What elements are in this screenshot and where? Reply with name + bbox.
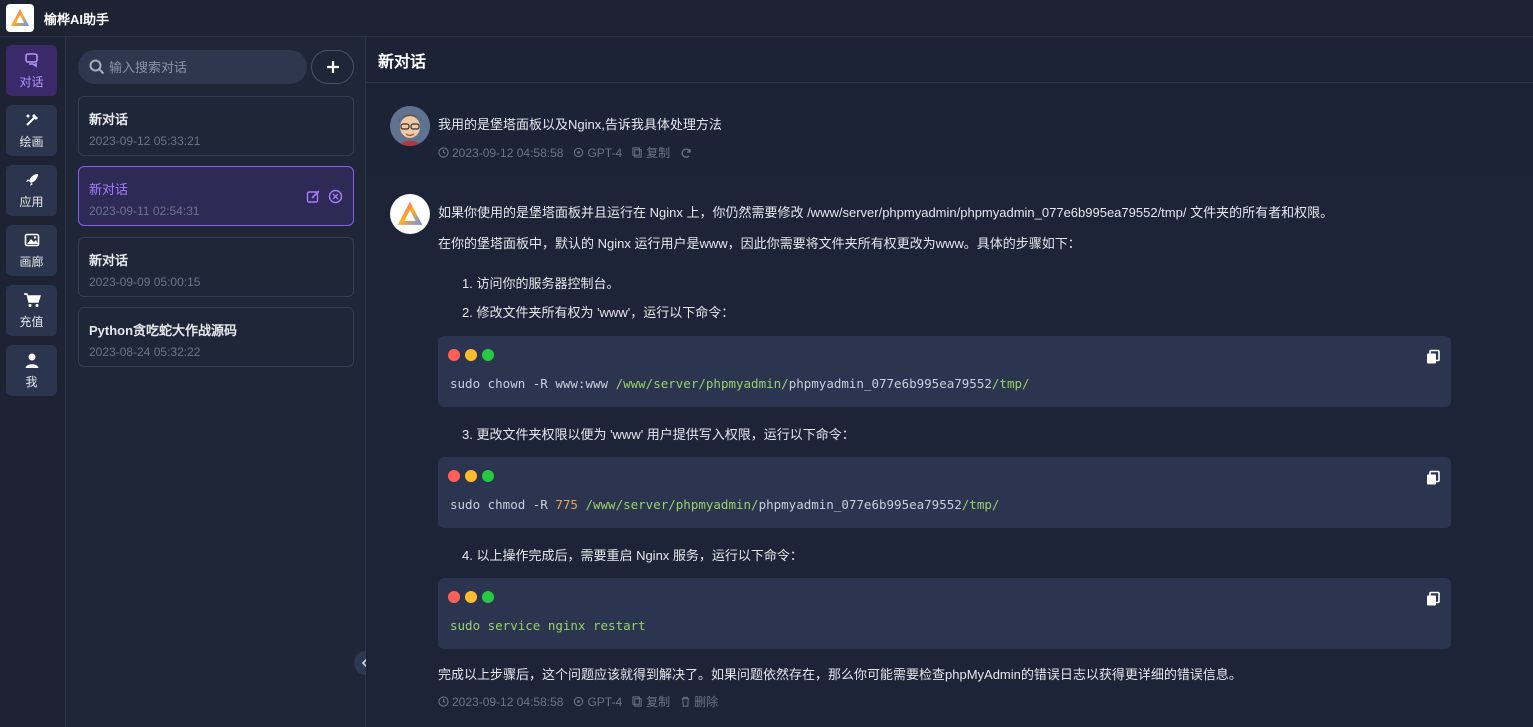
delete-circle-icon[interactable]	[328, 189, 343, 204]
code-line: sudo service nginx restart	[450, 618, 646, 633]
model-icon	[574, 147, 584, 158]
rail-item-gallery[interactable]: 画廊	[6, 225, 57, 276]
dot-yellow	[465, 591, 477, 603]
rail-label: 绘画	[19, 135, 44, 149]
new-conversation-button[interactable]	[311, 50, 354, 84]
rail-label: 充值	[19, 315, 44, 329]
message-model: GPT-4	[573, 695, 622, 709]
window-dots	[448, 470, 494, 482]
ai-message-meta: 2023-09-12 04:58:58 GPT-4 复制 删除	[438, 693, 724, 710]
dot-green	[482, 349, 494, 361]
ai-avatar	[390, 194, 430, 234]
chat-main: 新对话 我用的是堡塔面板以及Nginx,告诉我具体处理方法 2023-09-12…	[366, 37, 1533, 727]
conversation-title: Python贪吃蛇大作战源码	[89, 323, 238, 338]
copy-icon	[632, 147, 642, 158]
app-title: 榆桦AI助手	[44, 11, 110, 27]
rocket-icon	[23, 171, 41, 189]
rail-label: 我	[25, 375, 38, 389]
window-dots	[448, 591, 494, 603]
code-block: sudo chmod -R 775 /www/server/phpmyadmin…	[438, 457, 1451, 528]
edit-icon[interactable]	[306, 189, 321, 204]
rail-item-me[interactable]: 我	[6, 345, 57, 396]
copy-code-icon[interactable]	[1425, 349, 1441, 365]
ai-step-3: 3. 更改文件夹权限以便为 'www' 用户提供写入权限，运行以下命令：	[462, 427, 855, 442]
logo-icon	[11, 9, 29, 26]
dot-yellow	[465, 349, 477, 361]
dot-red	[448, 591, 460, 603]
plus-icon	[326, 61, 339, 73]
nav-rail: 对话 绘画 应用 画廊 充值 我	[0, 37, 66, 727]
rail-label: 对话	[19, 75, 44, 89]
message-model: GPT-4	[573, 146, 622, 160]
conversation-item-active[interactable]: 新对话 2023-09-11 02:54:31	[78, 166, 354, 226]
regenerate-button[interactable]	[680, 147, 692, 159]
top-bar: 榆桦AI助手	[0, 0, 1533, 37]
code-line: sudo chown -R www:www /www/server/phpmya…	[450, 376, 1030, 391]
image-icon	[23, 231, 41, 249]
conversation-date: 2023-09-09 05:00:15	[89, 275, 201, 289]
cart-icon	[23, 291, 41, 309]
brush-icon	[23, 111, 41, 129]
model-icon	[574, 696, 584, 707]
dot-red	[448, 470, 460, 482]
conversation-title: 新对话	[89, 253, 129, 268]
search-box[interactable]	[78, 50, 307, 84]
user-avatar	[390, 106, 430, 146]
conversation-item[interactable]: 新对话 2023-09-12 05:33:21	[78, 96, 354, 156]
code-block: sudo chown -R www:www /www/server/phpmya…	[438, 336, 1451, 407]
search-input[interactable]	[109, 59, 299, 75]
copy-icon	[632, 696, 642, 707]
trash-icon	[681, 696, 690, 707]
copy-code-icon[interactable]	[1425, 591, 1441, 607]
rail-label: 应用	[19, 195, 44, 209]
code-line: sudo chmod -R 775 /www/server/phpmyadmin…	[450, 497, 1000, 512]
code-block: sudo service nginx restart	[438, 578, 1451, 649]
copy-message-button[interactable]: 复制	[632, 693, 670, 710]
clock-icon	[438, 696, 449, 707]
dot-yellow	[465, 470, 477, 482]
delete-message-button[interactable]: 删除	[680, 693, 718, 710]
ai-intro-1: 如果你使用的是堡塔面板并且运行在 Nginx 上，你仍然需要修改 /www/se…	[438, 205, 1334, 220]
conversation-title: 新对话	[89, 182, 129, 197]
rail-item-apps[interactable]: 应用	[6, 165, 57, 216]
user-message-text: 我用的是堡塔面板以及Nginx,告诉我具体处理方法	[438, 117, 722, 132]
conversation-date: 2023-09-11 02:54:31	[89, 204, 200, 218]
ai-step-2: 2. 修改文件夹所有权为 'www'，运行以下命令：	[462, 305, 735, 320]
conversation-date: 2023-09-12 05:33:21	[89, 134, 201, 148]
clock-icon	[438, 147, 449, 158]
rail-item-recharge[interactable]: 充值	[6, 285, 57, 336]
conversation-title: 新对话	[89, 112, 129, 127]
app-logo	[6, 4, 34, 32]
conversation-item[interactable]: 新对话 2023-09-09 05:00:15	[78, 237, 354, 297]
refresh-icon	[681, 148, 691, 158]
message-time: 2023-09-12 04:58:58	[438, 695, 563, 709]
dot-green	[482, 591, 494, 603]
dot-green	[482, 470, 494, 482]
rail-item-draw[interactable]: 绘画	[6, 105, 57, 156]
ai-step-1: 1. 访问你的服务器控制台。	[462, 276, 620, 291]
rail-label: 画廊	[19, 255, 44, 269]
rail-item-chat[interactable]: 对话	[6, 45, 57, 96]
message-time: 2023-09-12 04:58:58	[438, 146, 563, 160]
conversation-panel: 新对话 2023-09-12 05:33:21 新对话 2023-09-11 0…	[66, 37, 366, 727]
chat-icon	[23, 51, 41, 69]
conversation-item[interactable]: Python贪吃蛇大作战源码 2023-08-24 05:32:22	[78, 307, 354, 367]
ai-outro: 完成以上步骤后，这个问题应该就得到解决了。如果问题依然存在，那么你可能需要检查p…	[438, 667, 1242, 682]
copy-code-icon[interactable]	[1425, 470, 1441, 486]
search-icon	[89, 59, 105, 75]
user-icon	[23, 351, 41, 369]
ai-step-4: 4. 以上操作完成后，需要重启 Nginx 服务，运行以下命令：	[462, 548, 803, 563]
copy-message-button[interactable]: 复制	[632, 144, 670, 161]
chat-header: 新对话	[366, 37, 1533, 83]
ai-intro-2: 在你的堡塔面板中，默认的 Nginx 运行用户是www，因此你需要将文件夹所有权…	[438, 236, 1081, 251]
chat-title: 新对话	[378, 53, 427, 71]
conversation-actions	[306, 189, 343, 204]
user-message-meta: 2023-09-12 04:58:58 GPT-4 复制	[438, 144, 698, 161]
conversation-date: 2023-08-24 05:32:22	[89, 345, 201, 359]
dot-red	[448, 349, 460, 361]
window-dots	[448, 349, 494, 361]
